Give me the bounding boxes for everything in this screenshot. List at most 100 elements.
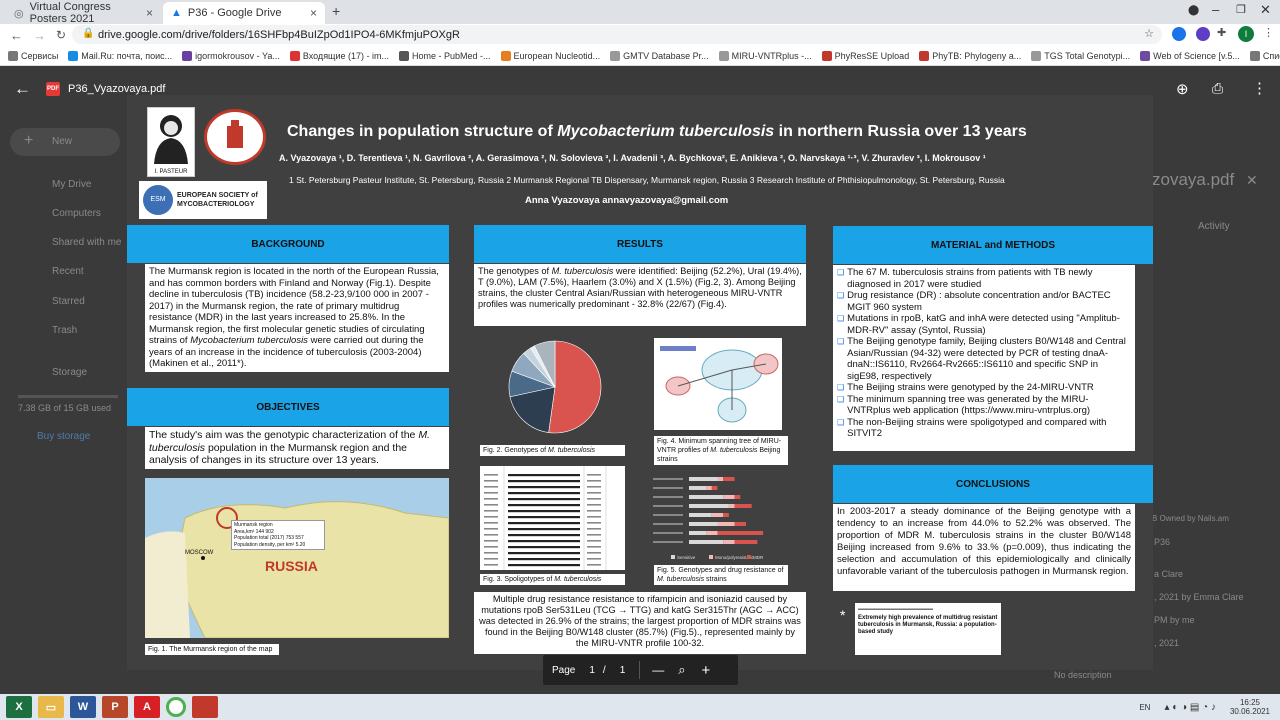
- menu-kebab-icon[interactable]: ⋮: [1263, 26, 1274, 39]
- bookmark-item[interactable]: European Nucleotid...: [500, 50, 600, 61]
- excel-icon[interactable]: X: [6, 696, 32, 718]
- nav-computers[interactable]: Computers: [52, 208, 101, 219]
- new-button[interactable]: + New: [10, 128, 120, 156]
- fig3-spoligotype-table: [480, 466, 625, 570]
- spoligotype-id: [484, 558, 498, 560]
- add-shortcut-icon[interactable]: ⊕: [1176, 80, 1189, 98]
- bookmark-item[interactable]: igormokrousov - Ya...: [182, 50, 280, 61]
- page-separator: /: [602, 664, 606, 676]
- nav-shared[interactable]: Shared with me: [52, 237, 121, 248]
- taskbar-app-icon[interactable]: [192, 696, 218, 718]
- extension-icon[interactable]: [1196, 27, 1210, 41]
- close-tab-icon[interactable]: ×: [146, 6, 153, 20]
- bookmark-item[interactable]: Web of Science [v.5...: [1140, 50, 1240, 61]
- extension-icon[interactable]: [1172, 27, 1186, 41]
- new-tab-button[interactable]: +: [332, 3, 340, 19]
- poster-page: I. PASTEUR ESM EUROPEAN SOCIETY of MYCOB…: [127, 95, 1153, 670]
- bookmark-item[interactable]: Входящие (17) - im...: [289, 50, 389, 61]
- folder-icon[interactable]: ▭: [38, 696, 64, 718]
- spoligotype-pattern: [508, 528, 580, 531]
- reading-list[interactable]: Список для чтения: [1249, 50, 1280, 61]
- spoligotype-pattern: [508, 522, 580, 525]
- clock[interactable]: 16:25 30.06.2021: [1230, 698, 1270, 716]
- close-panel-icon[interactable]: ✕: [1246, 172, 1258, 189]
- bar-category-label: [653, 514, 683, 516]
- nav-trash[interactable]: Trash: [52, 325, 77, 336]
- bookmark-item[interactable]: MIRU-VNTRplus -...: [718, 50, 812, 61]
- print-icon[interactable]: ⎙: [1212, 80, 1223, 97]
- spoligotype-family: [587, 564, 601, 566]
- spoligotype-family: [587, 492, 601, 494]
- nav-my-drive[interactable]: My Drive: [52, 179, 91, 190]
- bar-category-label: [653, 505, 683, 507]
- map-inset: Murmansk region Area,km² 144 902 Populat…: [231, 520, 325, 550]
- current-page[interactable]: 1: [589, 665, 595, 676]
- spoligotype-family: [587, 546, 601, 548]
- language-indicator[interactable]: EN: [1139, 703, 1150, 712]
- reading-list-icon: [1249, 50, 1260, 61]
- forward-icon[interactable]: →: [33, 28, 46, 43]
- maximize-icon[interactable]: ❐: [1236, 3, 1246, 16]
- spoligotype-id: [484, 504, 498, 506]
- omnibox[interactable]: 🔒 drive.google.com/drive/folders/16SHFbp…: [72, 25, 1162, 44]
- bookmark-item[interactable]: TGS Total Genotypi...: [1031, 50, 1130, 61]
- acrobat-icon[interactable]: A: [134, 696, 160, 718]
- zoom-icon[interactable]: ⌕: [678, 662, 685, 678]
- wos-icon: [1140, 50, 1151, 61]
- nav-storage[interactable]: Storage: [52, 367, 87, 378]
- close-tab-icon[interactable]: ×: [310, 6, 317, 20]
- bookmark-item[interactable]: PhyResSE Upload: [821, 50, 909, 61]
- legend-swatch: [747, 555, 751, 559]
- pdf-file-icon: PDF: [46, 82, 60, 96]
- bookmark-item[interactable]: Home - PubMed -...: [399, 50, 491, 61]
- spoligotype-id: [484, 552, 498, 554]
- ref-title: Extremely high prevalence of multidrug r…: [858, 615, 998, 635]
- nav-starred[interactable]: Starred: [52, 296, 85, 307]
- zoom-in-button[interactable]: +: [702, 662, 711, 679]
- legend-swatch: [671, 555, 675, 559]
- bookmark-item[interactable]: GMTV Database Pr...: [610, 50, 709, 61]
- pasteur-logo: I. PASTEUR: [147, 107, 195, 177]
- tab-activity[interactable]: Activity: [1198, 221, 1230, 232]
- spoligotype-family: [587, 516, 601, 518]
- more-options-icon[interactable]: ⋮: [1252, 79, 1267, 97]
- spoligotype-id: [484, 516, 498, 518]
- window-close-icon[interactable]: ✕: [1260, 2, 1271, 18]
- checkbox-bullet-icon: ❑: [837, 314, 845, 323]
- back-icon[interactable]: ←: [10, 28, 23, 43]
- spoligotype-pattern: [508, 480, 580, 483]
- background-header: BACKGROUND: [127, 225, 449, 263]
- tab-strip: ◎ Virtual Congress Posters 2021 × ▲ P36 …: [0, 0, 1280, 25]
- tab-search-icon[interactable]: ⬤: [1188, 5, 1199, 16]
- buy-storage-link[interactable]: Buy storage: [37, 431, 90, 442]
- word-icon[interactable]: W: [70, 696, 96, 718]
- map-label-russia: RUSSIA: [265, 558, 318, 574]
- tab-title: Virtual Congress Posters 2021: [29, 1, 111, 25]
- profile-avatar[interactable]: I: [1238, 26, 1254, 42]
- minimize-icon[interactable]: –: [1212, 2, 1219, 17]
- chrome-icon[interactable]: [166, 697, 186, 717]
- powerpoint-icon[interactable]: P: [102, 696, 128, 718]
- tray-icons[interactable]: ▴ ◐ ◑ ▤ ◔ ♪: [1164, 702, 1215, 713]
- zoom-out-button[interactable]: —: [652, 663, 664, 677]
- windows-taskbar: X ▭ W P A EN ▴ ◐ ◑ ▤ ◔ ♪ 16:25 30.06.202…: [0, 694, 1280, 720]
- reload-icon[interactable]: ↻: [56, 28, 66, 42]
- back-arrow-icon[interactable]: ←: [14, 79, 31, 99]
- spoligotype-id: [484, 480, 498, 482]
- nav-recent[interactable]: Recent: [52, 266, 84, 277]
- inbox-icon: [289, 50, 300, 61]
- bookmark-item[interactable]: Сервисы: [8, 50, 58, 61]
- bookmark-item[interactable]: Mail.Ru: почта, поис...: [68, 50, 172, 61]
- bookmark-star-icon[interactable]: ☆: [1144, 27, 1154, 40]
- spoligotype-pattern: [508, 552, 580, 555]
- tab-drive[interactable]: ▲ P36 - Google Drive ×: [163, 2, 325, 24]
- yandex-icon: [182, 50, 193, 61]
- bar-category-label: [653, 478, 683, 480]
- extensions-puzzle-icon[interactable]: ✚: [1217, 26, 1226, 39]
- tab-virtual-congress[interactable]: ◎ Virtual Congress Posters 2021 ×: [6, 1, 161, 25]
- storage-text: 7.38 GB of 15 GB used: [18, 403, 112, 413]
- bar-segment: [706, 486, 712, 490]
- bookmark-item[interactable]: PhyTB: Phylogeny a...: [919, 50, 1021, 61]
- spoligotype-pattern: [508, 546, 580, 549]
- methods-item-text: The minimum spanning tree was generated …: [847, 393, 1091, 417]
